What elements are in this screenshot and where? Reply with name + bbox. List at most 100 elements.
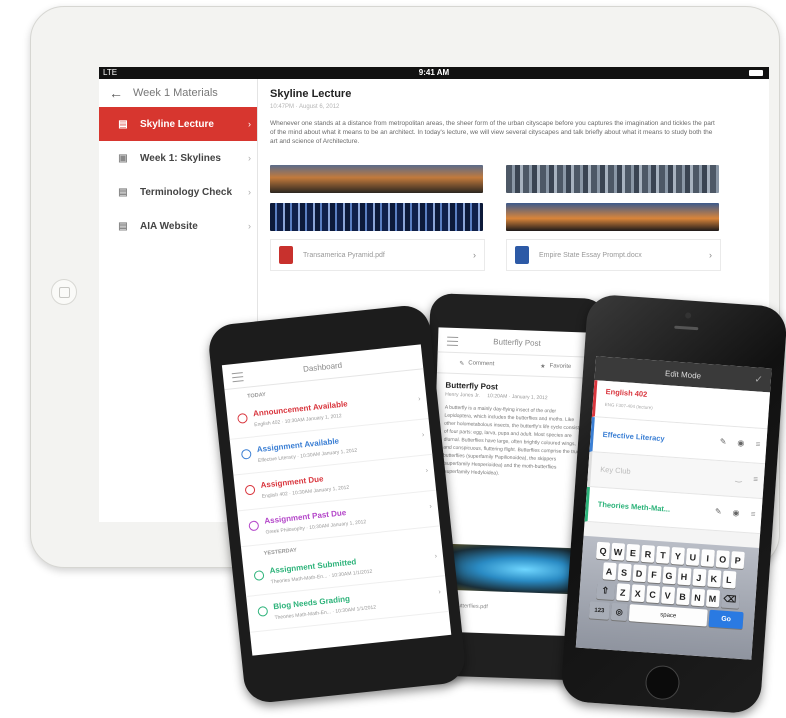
tablet-home-button[interactable] — [51, 279, 77, 305]
key-l[interactable]: L — [721, 570, 736, 589]
space-key[interactable]: space — [628, 604, 708, 627]
hidden-eye-icon[interactable]: ‿ — [735, 473, 742, 482]
attachment-name: Empire State Essay Prompt.docx — [539, 251, 642, 259]
sidebar-item-label: Skyline Lecture — [140, 118, 214, 130]
status-circle-icon — [240, 448, 252, 460]
key-t[interactable]: T — [655, 545, 671, 564]
key-h[interactable]: H — [676, 567, 692, 586]
key-d[interactable]: D — [632, 564, 647, 583]
key-z[interactable]: Z — [615, 583, 630, 602]
post-timestamp: 10:47PM · August 6, 2012 — [270, 104, 340, 110]
sidebar-item-label: AIA Website — [140, 220, 198, 232]
sidebar-item-terminology-check[interactable]: ▤ Terminology Check › — [99, 175, 257, 209]
attachment-name: Transamerica Pyramid.pdf — [303, 251, 385, 259]
status-bar: LTE 9:41 AM — [99, 67, 769, 79]
key-f[interactable]: F — [646, 565, 662, 584]
sidebar-title: Week 1 Materials — [133, 87, 218, 99]
doc-file-icon — [515, 246, 529, 264]
lecture-body: Whenever one stands at a distance from m… — [270, 120, 715, 145]
chevron-right-icon: › — [434, 552, 438, 561]
key-u[interactable]: U — [685, 548, 700, 566]
checklist-icon: ▤ — [118, 186, 128, 198]
course-name: Theories Meth-Mat... — [597, 499, 671, 514]
comment-icon: ✎ — [459, 360, 465, 367]
shift-key[interactable]: ⇧ — [595, 581, 615, 601]
course-name: Key Club — [599, 464, 631, 476]
status-time: 9:41 AM — [418, 68, 450, 77]
key-j[interactable]: J — [691, 568, 707, 587]
status-circle-icon — [253, 570, 265, 582]
skyline-image-dusk[interactable] — [506, 203, 719, 231]
eye-icon[interactable]: ◉ — [732, 508, 740, 517]
course-subtitle: ENG F307-404 (lecture) — [604, 401, 653, 411]
key-p[interactable]: P — [730, 551, 745, 570]
drag-handle-icon[interactable]: ≡ — [751, 509, 756, 518]
sidebar-item-aia-website[interactable]: ▤ AIA Website › — [99, 209, 257, 243]
key-m[interactable]: M — [705, 589, 720, 608]
post-author: Henry Jones Jr. — [445, 391, 481, 399]
comment-button[interactable]: ✎ Comment — [437, 352, 517, 375]
attachment-docx[interactable]: Empire State Essay Prompt.docx › — [506, 239, 721, 271]
key-i[interactable]: I — [700, 549, 715, 567]
chevron-right-icon: › — [709, 250, 712, 260]
status-circle-icon — [248, 520, 260, 532]
drag-handle-icon[interactable]: ≡ — [755, 440, 760, 449]
pdf-file-icon — [279, 246, 293, 264]
menu-icon[interactable] — [231, 372, 244, 383]
speaker-grill — [674, 325, 699, 331]
key-g[interactable]: G — [661, 566, 677, 585]
key-w[interactable]: W — [610, 542, 626, 561]
skyline-image-night[interactable] — [270, 203, 483, 231]
chevron-right-icon: › — [248, 187, 251, 197]
sidebar-item-label: Terminology Check — [140, 186, 233, 198]
key-q[interactable]: Q — [595, 541, 611, 560]
comment-label: Comment — [468, 360, 495, 368]
key-s[interactable]: S — [617, 563, 632, 582]
chevron-right-icon: › — [248, 119, 251, 129]
status-circle-icon — [244, 484, 256, 496]
sidebar-item-label: Week 1: Skylines — [140, 152, 221, 164]
numbers-key[interactable]: 123 — [588, 601, 610, 620]
chevron-right-icon: › — [425, 467, 429, 475]
chevron-right-icon: › — [248, 221, 251, 231]
skyline-image-day[interactable] — [506, 165, 719, 193]
globe-icon[interactable]: ◎ — [610, 602, 628, 621]
page-title: Skyline Lecture — [270, 88, 352, 100]
favorite-label: Favorite — [549, 363, 572, 370]
key-c[interactable]: C — [645, 585, 660, 604]
backspace-key[interactable]: ⌫ — [720, 590, 740, 609]
edit-title: Edit Mode — [664, 368, 702, 381]
home-button[interactable] — [644, 664, 681, 701]
key-e[interactable]: E — [625, 543, 641, 562]
key-r[interactable]: R — [640, 544, 656, 563]
keyboard: QWERTYUIOP ASDFGHJKL ⇧ ZXCVBNM ⌫ 123 ◎ s… — [575, 535, 760, 660]
sidebar-header: ← Week 1 Materials — [99, 79, 257, 107]
pencil-icon[interactable]: ✎ — [715, 507, 722, 516]
course-name-field[interactable]: English 402 — [605, 387, 647, 399]
back-arrow-icon[interactable]: ← — [109, 85, 133, 101]
skyline-image-sunset[interactable] — [270, 165, 483, 193]
chevron-right-icon: › — [473, 250, 476, 260]
attachment-pdf[interactable]: Transamerica Pyramid.pdf › — [270, 239, 485, 271]
key-a[interactable]: A — [602, 562, 617, 581]
key-o[interactable]: O — [715, 550, 730, 568]
chevron-right-icon: › — [248, 153, 251, 163]
key-x[interactable]: X — [630, 584, 645, 603]
sidebar-item-skyline-lecture[interactable]: ▤ Skyline Lecture › — [99, 107, 257, 141]
eye-icon[interactable]: ◉ — [737, 438, 745, 447]
key-v[interactable]: V — [660, 586, 675, 605]
go-key[interactable]: Go — [708, 609, 744, 630]
document-icon: ▤ — [118, 118, 128, 130]
front-camera — [684, 312, 692, 319]
sidebar-item-week1-skylines[interactable]: ▣ Week 1: Skylines › — [99, 141, 257, 175]
checkmark-icon[interactable]: ✓ — [754, 374, 763, 386]
pencil-icon[interactable]: ✎ — [719, 437, 726, 446]
key-k[interactable]: K — [706, 569, 721, 588]
key-b[interactable]: B — [675, 587, 690, 606]
drag-handle-icon[interactable]: ≡ — [753, 474, 758, 483]
menu-icon[interactable] — [446, 336, 459, 347]
phone-edit-device: Edit Mode ✓ English 402 ENG F307-404 (le… — [560, 293, 786, 715]
key-n[interactable]: N — [690, 588, 705, 607]
key-y[interactable]: Y — [670, 546, 685, 565]
star-icon: ★ — [540, 363, 546, 370]
